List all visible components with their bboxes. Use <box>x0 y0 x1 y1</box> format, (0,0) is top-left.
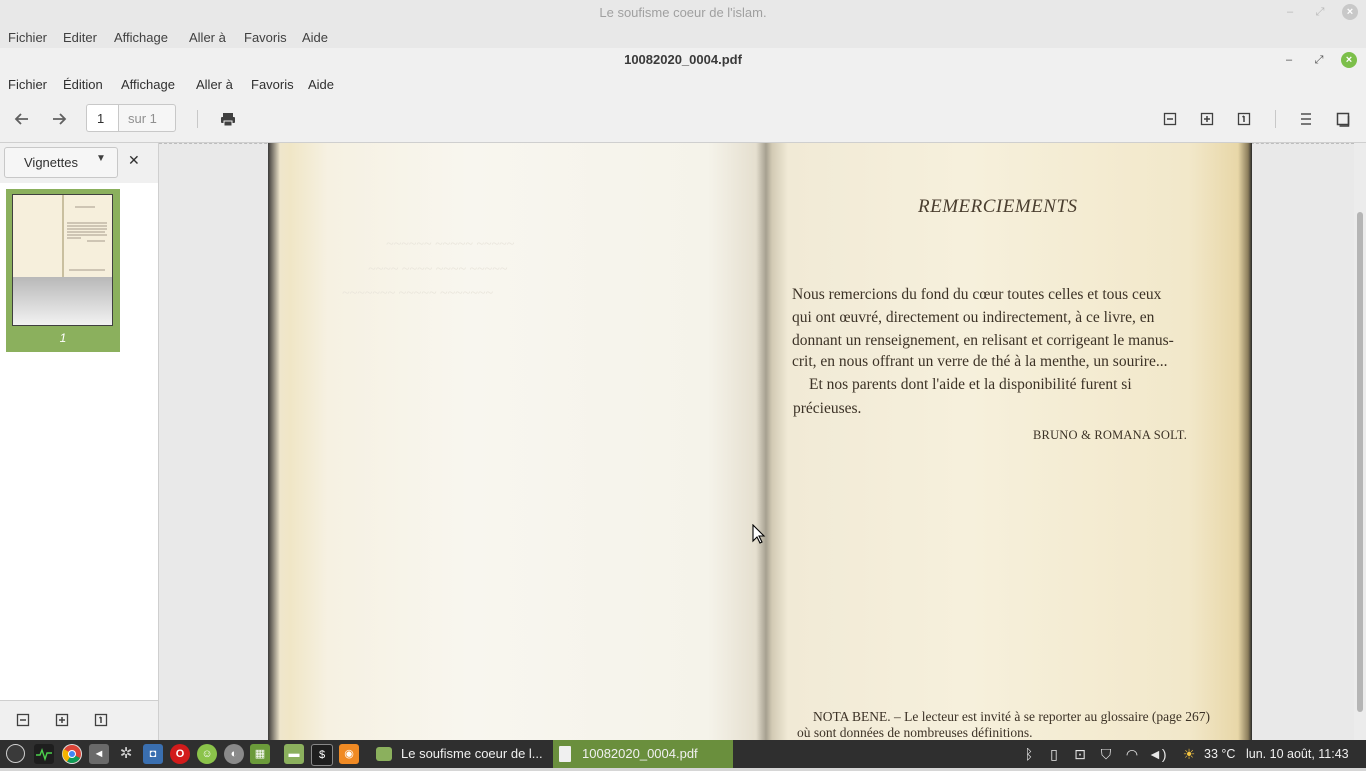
menu-launcher-icon[interactable] <box>6 744 25 763</box>
sidebar-close-icon[interactable]: ✕ <box>128 152 140 169</box>
weather-icon[interactable]: ☀ <box>1180 744 1198 764</box>
sound-app-icon[interactable]: ◄ <box>89 744 109 764</box>
bg-menu-aide[interactable]: Aide <box>302 30 328 45</box>
files-app-icon[interactable]: ▬ <box>284 744 304 764</box>
bg-maximize-icon[interactable]: ⤢ <box>1312 4 1328 20</box>
text-line: précieuses. <box>793 400 862 417</box>
maximize-icon[interactable]: ⤢ <box>1311 52 1327 68</box>
spreadsheet-app-icon[interactable]: ▦ <box>250 744 270 764</box>
temperature-label: 33 °C <box>1204 747 1236 761</box>
chrome-icon[interactable] <box>62 744 82 764</box>
chevron-down-icon: ▼ <box>96 153 106 164</box>
sidebar-view-label: Vignettes <box>24 155 78 170</box>
folder-icon <box>376 747 392 761</box>
shield-icon[interactable]: ⛉ <box>1097 744 1115 764</box>
toolbar-separator-2 <box>1275 110 1276 128</box>
bg-menu-favoris[interactable]: Favoris <box>244 30 287 45</box>
bleed-through-text: ~~~~~~~ ~~~~~ ~~~~~~~ <box>342 286 493 301</box>
footnote-line: NOTA BENE. – Le lecteur est invité à se … <box>813 709 1211 724</box>
scrollbar-thumb[interactable] <box>1357 212 1363 712</box>
page-heading: REMERCIEMENTS <box>918 196 1078 217</box>
menu-aller-a[interactable]: Aller à <box>196 77 233 92</box>
thumb-zoom-reset-icon[interactable] <box>91 710 111 730</box>
thumb-zoom-in-icon[interactable] <box>52 710 72 730</box>
text-line: Et nos parents dont l'aide et la disponi… <box>809 376 1132 393</box>
thumbnail-page-number: 1 <box>59 331 67 345</box>
print-icon[interactable] <box>214 105 242 133</box>
text-line: donnant un renseignement, en relisant et… <box>792 332 1174 349</box>
menu-favoris[interactable]: Favoris <box>251 77 294 92</box>
system-monitor-icon[interactable] <box>34 744 54 764</box>
signature: BRUNO & ROMANA SOLT. <box>1033 428 1188 442</box>
android-app-icon[interactable]: ☺ <box>197 744 217 764</box>
bg-minimize-icon[interactable]: – <box>1282 4 1298 20</box>
thumb-zoom-out-icon[interactable] <box>13 710 33 730</box>
update-icon[interactable]: ⊡ <box>1071 744 1089 764</box>
text-line: qui ont œuvré, directement ou indirectem… <box>792 309 1155 326</box>
firefox-icon[interactable]: ◉ <box>339 744 359 764</box>
screenshot-app-icon[interactable]: ◘ <box>143 744 163 764</box>
bg-menu-aller-a[interactable]: Aller à <box>189 30 226 45</box>
page-total-label: sur 1 <box>118 104 176 132</box>
opera-icon[interactable]: O <box>170 744 190 764</box>
wifi-icon[interactable]: ◠ <box>1123 744 1141 764</box>
forward-arrow-icon[interactable] <box>45 105 73 133</box>
toolbar-separator <box>197 110 198 128</box>
clock[interactable]: lun. 10 août, 11:43 <box>1246 740 1349 768</box>
clipboard-icon[interactable]: ▯ <box>1045 744 1063 764</box>
footnote-line: où sont données de nombreuses définition… <box>797 725 1033 740</box>
bleed-through-text: ~~~~ ~~~~ ~~~~ ~~~~~ <box>368 262 508 277</box>
continuous-mode-icon[interactable] <box>1292 105 1320 133</box>
menu-edition[interactable]: Édition <box>63 77 103 92</box>
minimize-icon[interactable]: – <box>1281 52 1297 68</box>
task-background-window[interactable]: Le soufisme coeur de l... <box>401 740 543 768</box>
terminal-icon[interactable]: $ <box>311 744 333 766</box>
mouse-cursor-icon <box>752 524 766 544</box>
menu-fichier[interactable]: Fichier <box>8 77 47 92</box>
bg-menu-editer[interactable]: Editer <box>63 30 97 45</box>
menu-affichage[interactable]: Affichage <box>121 77 175 92</box>
back-arrow-icon[interactable] <box>8 105 36 133</box>
close-icon[interactable]: × <box>1341 52 1357 68</box>
text-line: Nous remercions du fond du cœur toutes c… <box>792 286 1162 303</box>
page-number-input[interactable] <box>86 104 118 132</box>
bluetooth-icon[interactable]: ᛒ <box>1020 744 1038 764</box>
zoom-out-icon[interactable] <box>1156 105 1184 133</box>
zoom-reset-icon[interactable] <box>1230 105 1258 133</box>
background-window-title: Le soufisme coeur de l'islam. <box>599 5 767 20</box>
page-thumbnail[interactable] <box>12 194 113 326</box>
pdf-document-icon <box>559 746 571 762</box>
bg-menu-fichier[interactable]: Fichier <box>8 30 47 45</box>
text-line: crit, en nous offrant un verre de thé à … <box>792 353 1168 370</box>
network-app-icon[interactable]: ✲ <box>116 744 136 764</box>
menu-aide[interactable]: Aide <box>308 77 334 92</box>
window-title: 10082020_0004.pdf <box>624 52 742 67</box>
volume-icon[interactable]: ◄) <box>1148 744 1167 764</box>
bleed-through-text: ~~~~~~ ~~~~~ ~~~~~ <box>386 237 515 252</box>
vpn-app-icon[interactable]: ◐ <box>224 744 244 764</box>
dual-page-icon[interactable] <box>1329 105 1357 133</box>
zoom-in-icon[interactable] <box>1193 105 1221 133</box>
bg-close-icon[interactable]: × <box>1342 4 1358 20</box>
bg-menu-affichage[interactable]: Affichage <box>114 30 168 45</box>
task-active-window-label: 10082020_0004.pdf <box>582 746 698 761</box>
